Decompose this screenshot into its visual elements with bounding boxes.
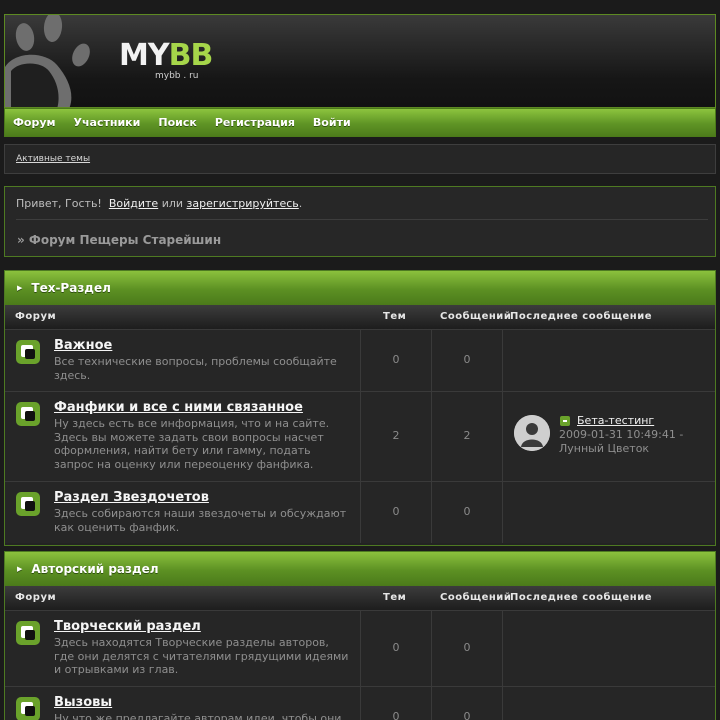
logo-my: MY	[119, 38, 170, 73]
forum-read-icon	[16, 492, 40, 516]
posts-count: 0	[463, 710, 471, 720]
site-logo[interactable]: MYBB	[119, 38, 214, 73]
posts-count: 0	[463, 505, 471, 518]
description-line: Все технические вопросы, проблемы сообща…	[54, 355, 337, 368]
forum-read-icon	[16, 340, 40, 364]
cell-divider	[502, 611, 503, 686]
topics-count: 0	[392, 353, 400, 366]
cell-divider	[502, 687, 503, 720]
description-line: Здесь собираются наши звездочеты и обсуж…	[54, 507, 347, 520]
forum-row: Творческий раздел Здесь находятся Творче…	[5, 610, 715, 686]
column-headers: Форум Тем Сообщений Последнее сообщение	[5, 305, 715, 329]
topic-icon	[560, 416, 570, 426]
forum-title-link[interactable]: Раздел Звездочетов	[54, 490, 209, 505]
description-line: здесь.	[54, 368, 91, 382]
forum-description: Ну что же предлагайте авторам идеи, чтоб…	[54, 712, 354, 720]
description-line: запрос на оценку или переоценку фанфика.	[54, 457, 314, 471]
forum-row: Раздел Звездочетов Здесь собираются наши…	[5, 481, 715, 543]
login-link[interactable]: Войдите	[109, 197, 158, 210]
description-line: и отрывками из глав.	[54, 663, 179, 676]
forum-read-icon	[16, 697, 40, 720]
description-line: Ну что же предлагайте авторам идеи, чтоб…	[54, 712, 342, 720]
site-header: MYBB mybb . ru	[4, 14, 716, 108]
cell-divider	[502, 392, 503, 481]
welcome-panel: Привет, Гость! Войдите или зарегистрируй…	[4, 186, 716, 257]
nav-login[interactable]: Войти	[313, 116, 351, 129]
nav-search[interactable]: Поиск	[158, 116, 196, 129]
welcome-line: Привет, Гость! Войдите или зарегистрируй…	[16, 197, 302, 210]
col-forum: Форум	[15, 592, 57, 603]
topics-count: 0	[392, 505, 400, 518]
logo-bb: BB	[168, 38, 214, 73]
default-avatar-icon	[514, 415, 550, 451]
forum-title-link[interactable]: Фанфики и все с ними связанное	[54, 400, 303, 415]
forum-title-link[interactable]: Вызовы	[54, 695, 112, 710]
category-title: Тех-Раздел	[31, 281, 111, 295]
collapse-arrow-icon[interactable]: ▶	[17, 565, 22, 573]
category-tech: ▶ Тех-Раздел Форум Тем Сообщений Последн…	[4, 270, 716, 546]
last-post-meta: 2009-01-31 10:49:41 - Лунный Цветок	[559, 428, 683, 456]
active-topics-bar: Активные темы	[4, 144, 716, 174]
forum-description: Все технические вопросы, проблемы сообща…	[54, 355, 354, 382]
forum-read-icon	[16, 621, 40, 645]
description-line: Здесь находятся Творческие разделы автор…	[54, 636, 329, 649]
topics-count: 0	[392, 710, 400, 720]
register-link[interactable]: зарегистрируйтесь	[187, 197, 299, 210]
last-post-topic-link[interactable]: Бета-тестинг	[577, 414, 654, 427]
col-last-post: Последнее сообщение	[510, 311, 652, 322]
collapse-arrow-icon[interactable]: ▶	[17, 284, 22, 292]
or-text: или	[161, 197, 184, 210]
category-title: Авторский раздел	[31, 562, 159, 576]
col-forum: Форум	[15, 311, 57, 322]
main-navbar: Форум Участники Поиск Регистрация Войти	[4, 108, 716, 137]
forum-description: Ну здесь есть все информация, что и на с…	[54, 417, 354, 471]
category-authors: ▶ Авторский раздел Форум Тем Сообщений П…	[4, 551, 716, 720]
forum-description: Здесь собираются наши звездочеты и обсуж…	[54, 507, 354, 534]
cell-divider	[502, 482, 503, 543]
category-header[interactable]: ▶ Тех-Раздел	[5, 271, 715, 305]
avatar[interactable]	[514, 415, 550, 451]
nav-forum[interactable]: Форум	[13, 116, 56, 129]
col-topics: Тем	[383, 592, 407, 603]
column-headers: Форум Тем Сообщений Последнее сообщение	[5, 586, 715, 610]
col-last-post: Последнее сообщение	[510, 592, 652, 603]
col-posts: Сообщений	[440, 311, 512, 322]
forum-read-icon	[16, 402, 40, 426]
forum-row: Вызовы Ну что же предлагайте авторам иде…	[5, 686, 715, 720]
col-posts: Сообщений	[440, 592, 512, 603]
topics-count: 2	[392, 429, 400, 442]
cell-divider	[502, 330, 503, 391]
divider	[16, 219, 708, 220]
forum-title-link[interactable]: Важное	[54, 338, 112, 353]
posts-count: 2	[463, 429, 471, 442]
last-post-author[interactable]: Лунный Цветок	[559, 442, 683, 456]
paw-print-logo-icon	[5, 15, 90, 107]
description-line: как оценить фанфик.	[54, 520, 180, 534]
posts-count: 0	[463, 641, 471, 654]
last-post-date: 2009-01-31 10:49:41 -	[559, 428, 684, 441]
forum-row: Важное Все технические вопросы, проблемы…	[5, 329, 715, 391]
active-topics-link[interactable]: Активные темы	[16, 154, 90, 164]
posts-count: 0	[463, 353, 471, 366]
logo-subtitle: mybb . ru	[155, 71, 199, 81]
greeting-text: Привет, Гость!	[16, 197, 102, 210]
category-header[interactable]: ▶ Авторский раздел	[5, 552, 715, 586]
breadcrumb[interactable]: » Форум Пещеры Старейшин	[17, 233, 221, 247]
forum-row: Фанфики и все с ними связанное Ну здесь …	[5, 391, 715, 481]
nav-members[interactable]: Участники	[74, 116, 141, 129]
description-line: где они делятся с читателями грядущими и…	[54, 649, 349, 663]
forum-title-link[interactable]: Творческий раздел	[54, 619, 201, 634]
description-line: оформления, найти бету или гамму, подать	[54, 444, 311, 457]
forum-description: Здесь находятся Творческие разделы автор…	[54, 636, 354, 677]
description-line: Здесь вы можете задать свои вопросы насч…	[54, 430, 324, 444]
description-line: Ну здесь есть все информация, что и на с…	[54, 417, 330, 430]
nav-register[interactable]: Регистрация	[215, 116, 295, 129]
topics-count: 0	[392, 641, 400, 654]
col-topics: Тем	[383, 311, 407, 322]
period-text: .	[298, 197, 303, 210]
